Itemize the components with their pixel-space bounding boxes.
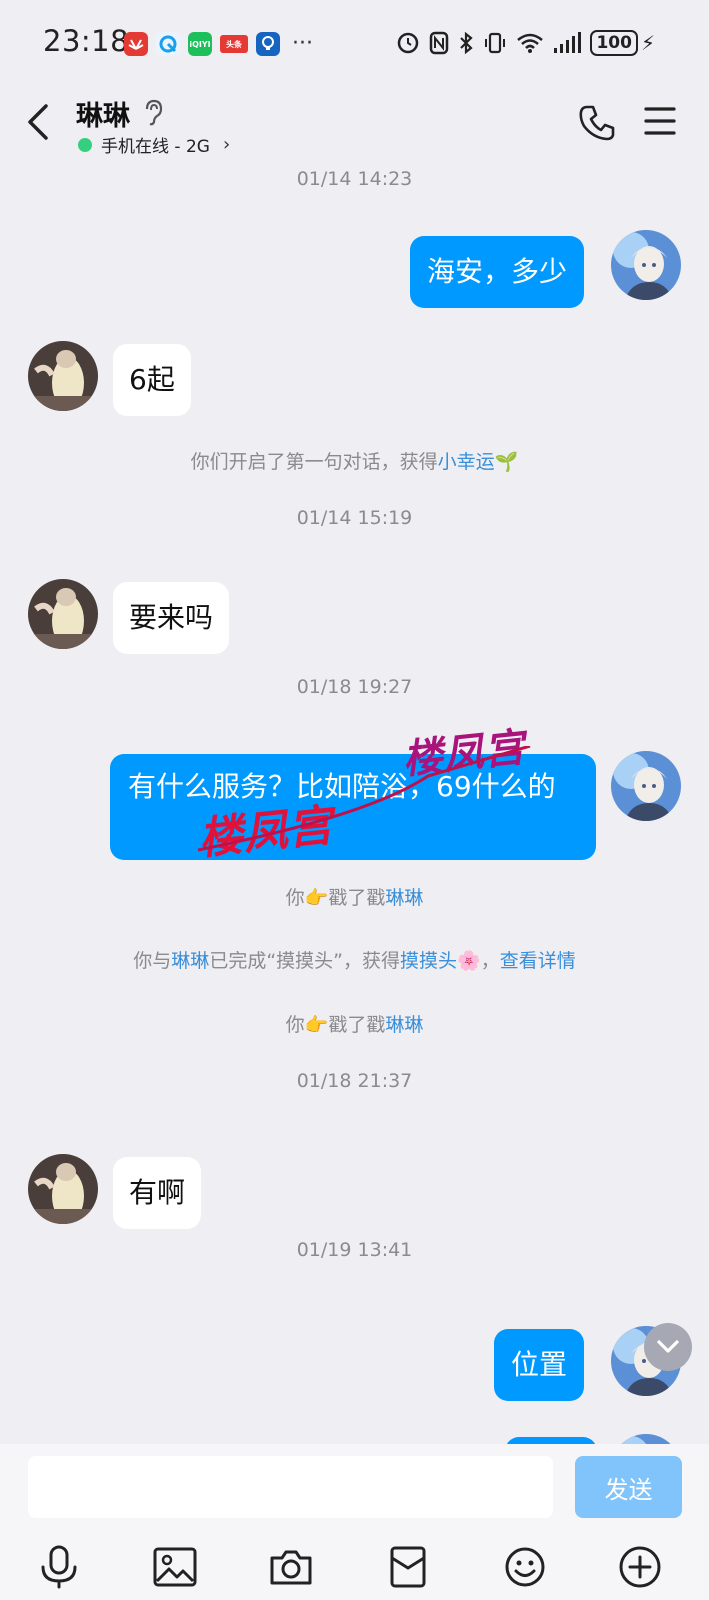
system-text: 你 xyxy=(285,887,305,909)
more-options-button[interactable] xyxy=(615,1542,665,1592)
timestamp: 01/18 19:27 xyxy=(296,676,413,698)
battery-level: 100 xyxy=(590,30,638,56)
message-text: 位置 xyxy=(510,1348,567,1381)
wifi-icon xyxy=(517,33,544,53)
message-list[interactable]: 01/14 14:23 海安，多少 6起 你们开启了第一句对话，获得小幸运🌱 0… xyxy=(0,166,709,1444)
timestamp: 01/18 21:37 xyxy=(296,1070,413,1092)
watermark-swoosh xyxy=(198,746,531,852)
ear-icon[interactable] xyxy=(143,98,165,130)
message-bubble-incoming[interactable]: 要来吗 xyxy=(113,582,230,654)
image-icon xyxy=(153,1547,197,1587)
chat-header: 琳琳 手机在线 - 2G › xyxy=(0,86,709,166)
contact-name[interactable]: 琳琳 xyxy=(76,94,130,133)
back-button[interactable] xyxy=(24,102,52,146)
back-arrow-icon xyxy=(28,104,48,140)
system-icons: 100 ⚡ xyxy=(396,30,655,56)
huawei-icon xyxy=(124,32,148,56)
message-bubble-outgoing[interactable]: 位置 xyxy=(493,1329,584,1401)
message-text: 海安，多少 xyxy=(426,255,567,288)
bluetooth-icon xyxy=(460,31,474,55)
toutiao-icon: 头条 xyxy=(220,35,248,53)
microphone-icon xyxy=(41,1545,77,1589)
system-message: 你👉戳了戳琳琳 xyxy=(0,1010,709,1037)
red-envelope-icon xyxy=(390,1546,426,1588)
system-text: 你 xyxy=(285,1014,305,1036)
contact-link[interactable]: 琳琳 xyxy=(171,950,209,972)
plus-circle-icon xyxy=(619,1546,661,1588)
camera-icon xyxy=(270,1550,312,1585)
message-text: 6起 xyxy=(129,363,175,396)
chevron-down-icon xyxy=(657,1340,679,1353)
lucky-link[interactable]: 小幸运 xyxy=(438,451,495,473)
tips-icon xyxy=(256,32,280,56)
online-status[interactable]: 手机在线 - 2G › xyxy=(78,132,230,157)
contact-link[interactable]: 琳琳 xyxy=(385,1014,423,1036)
charging-icon: ⚡ xyxy=(640,31,655,55)
phone-icon xyxy=(579,105,615,141)
menu-button[interactable] xyxy=(644,106,676,140)
online-dot xyxy=(78,137,92,152)
system-text: 戳了戳 xyxy=(328,1014,386,1036)
contact-avatar[interactable] xyxy=(28,341,98,411)
system-message: 你们开启了第一句对话，获得小幸运🌱 xyxy=(0,447,709,474)
system-text: ， xyxy=(480,950,500,972)
emoji-button[interactable] xyxy=(500,1542,550,1592)
message-text: 有啊 xyxy=(129,1176,186,1209)
hamburger-menu-icon xyxy=(644,107,676,135)
my-avatar[interactable] xyxy=(611,230,681,300)
send-button[interactable]: 发送 xyxy=(575,1456,682,1518)
my-avatar[interactable] xyxy=(611,1434,681,1444)
smiley-icon xyxy=(505,1547,545,1587)
input-bar: 发送 xyxy=(0,1444,709,1600)
system-message: 你与琳琳已完成“摸摸头”，获得摸摸头🌸，查看详情 xyxy=(0,946,709,973)
poke-emoji: 👉 xyxy=(304,887,329,909)
image-button[interactable] xyxy=(150,1542,200,1592)
status-bar: 23:18 iQIYI 头条 ··· 100 ⚡ xyxy=(0,0,709,86)
message-bubble-outgoing[interactable]: 海安，多少 xyxy=(409,236,584,308)
system-text: 你们开启了第一句对话，获得 xyxy=(190,451,438,473)
voice-button[interactable] xyxy=(34,1542,84,1592)
red-packet-button[interactable] xyxy=(383,1542,433,1592)
flower-emoji: 🌸 xyxy=(457,950,481,972)
input-toolbar xyxy=(0,1542,709,1598)
scroll-to-bottom-button[interactable] xyxy=(644,1323,692,1371)
view-details-link[interactable]: 查看详情 xyxy=(500,950,576,972)
message-text: 要来吗 xyxy=(129,601,214,634)
status-time: 23:18 xyxy=(43,24,130,58)
message-input[interactable] xyxy=(28,1456,553,1518)
message-bubble-incoming[interactable]: 6起 xyxy=(113,344,191,416)
timestamp: 01/14 14:23 xyxy=(296,168,413,190)
poke-emoji: 👉 xyxy=(304,1014,329,1036)
timestamp: 01/19 13:41 xyxy=(296,1239,413,1261)
system-text: 你与 xyxy=(133,950,172,972)
contact-avatar[interactable] xyxy=(28,1154,98,1224)
my-avatar[interactable] xyxy=(611,751,681,821)
contact-link[interactable]: 琳琳 xyxy=(385,887,423,909)
head-pat-link[interactable]: 摸摸头 xyxy=(400,950,457,972)
battery-indicator: 100 ⚡ xyxy=(590,30,655,56)
phone-call-button[interactable] xyxy=(578,104,616,146)
online-status-text: 手机在线 - 2G xyxy=(101,137,210,157)
more-notifications-icon: ··· xyxy=(292,31,313,56)
iqiyi-icon: iQIYI xyxy=(188,32,212,56)
nfc-icon xyxy=(430,31,449,55)
chevron-right-icon: › xyxy=(222,134,231,155)
notification-icons: iQIYI 头条 ··· xyxy=(124,32,313,56)
message-bubble-outgoing-partial[interactable] xyxy=(505,1437,597,1444)
vibrate-icon xyxy=(485,32,506,54)
system-message: 你👉戳了戳琳琳 xyxy=(0,883,709,910)
camera-button[interactable] xyxy=(266,1542,316,1592)
system-text: 已完成“摸摸头”，获得 xyxy=(209,950,400,972)
message-bubble-incoming[interactable]: 有啊 xyxy=(113,1157,202,1229)
timestamp: 01/14 15:19 xyxy=(296,507,413,529)
alarm-icon xyxy=(398,32,419,54)
signal-icon xyxy=(554,32,582,53)
sprout-emoji: 🌱 xyxy=(494,451,519,473)
browser-icon xyxy=(156,32,180,56)
contact-avatar[interactable] xyxy=(28,579,98,649)
system-text: 戳了戳 xyxy=(328,887,386,909)
